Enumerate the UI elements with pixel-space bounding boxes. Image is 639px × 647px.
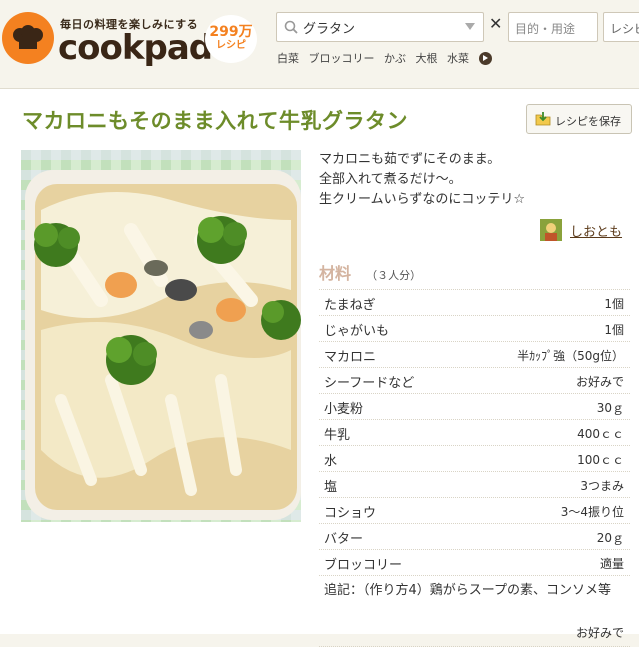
keyword-link[interactable]: 白菜 [277,52,299,65]
ingredient-row: 塩 3つまみ [319,472,630,498]
description-line: 全部入れて煮るだけ～。 [319,172,462,187]
ingredient-qty: 30ｇ [596,401,624,415]
keyword-link[interactable]: 水菜 [447,52,469,65]
chef-hat-icon [2,12,54,64]
author-avatar [540,219,562,241]
keyword-link[interactable]: 大根 [416,52,438,65]
recipe-panel: マカロニもそのまま入れて牛乳グラタン レシピを保存 マカロニも茹でずにそのまま。… [0,88,639,647]
ingredient-qty: 1個 [604,297,624,311]
ingredient-name: じゃがいも [324,324,390,339]
keyword-link[interactable]: ブロッコリー [309,52,375,65]
recipe-search-label: レシピ [610,22,639,36]
ingredients-title: 材料 [319,264,352,283]
clear-search-button[interactable]: ✕ [489,14,502,33]
ingredient-name: たまねぎ [324,298,376,313]
ingredient-row: 牛乳 400ｃｃ [319,420,630,446]
ingredient-row: 追記：（作り方4）鶏がらスープの素、コンソメ等 お好みで [319,576,630,647]
ingredient-row: マカロニ 半ｶｯﾌﾟ強（50g位） [319,342,630,368]
cookpad-logo[interactable]: 毎日の料理を楽しみにする cookpad [2,10,213,70]
recipe-title: マカロニもそのまま入れて牛乳グラタン [22,109,408,133]
servings: （３人分） [366,269,422,282]
chevron-down-icon[interactable] [465,23,475,30]
description-line: マカロニも茹でずにそのまま。 [319,152,501,167]
ingredient-name: マカロニ [324,350,377,365]
description-line: 生クリームいらずなのにコッテリ☆ [319,192,526,207]
keyword-links: 白菜 ブロッコリー かぶ 大根 水菜 [277,50,492,66]
ingredient-qty: お好みで [575,375,624,389]
ingredient-name: 小麦粉 [324,402,364,417]
search-input[interactable] [303,18,453,36]
ingredient-row: じゃがいも 1個 [319,316,630,342]
ingredient-qty: 3～4振り位 [560,505,624,519]
recipe-count-badge: 299万 レシピ [205,15,257,63]
ingredient-row: 水 100ｃｃ [319,446,630,472]
recipe-search-button[interactable]: レシピ [603,12,639,42]
author-name[interactable]: しおとも [570,221,622,240]
save-folder-icon [535,112,551,126]
ingredient-name: コショウ [324,506,377,521]
recipe-description: マカロニも茹でずにそのまま。 全部入れて煮るだけ～。 生クリームいらずなのにコッ… [319,150,525,210]
ingredient-qty: 3つまみ [580,479,624,493]
ingredient-name: 追記：（作り方4）鶏がらスープの素、コンソメ等 [324,583,611,598]
ingredient-qty: 適量 [599,557,624,571]
ingredient-qty: 100ｃｃ [577,453,624,467]
site-header: 毎日の料理を楽しみにする cookpad 299万 レシピ ✕ 目的・用途 レシ… [0,0,639,80]
arrow-right-icon[interactable] [478,51,492,65]
keyword-link[interactable]: かぶ [384,52,406,65]
ingredient-row: バター 20ｇ [319,524,630,550]
purpose-placeholder: 目的・用途 [515,22,576,36]
ingredient-row: シーフードなど お好みで [319,368,630,394]
search-icon [284,20,298,34]
ingredient-row: たまねぎ 1個 [319,290,630,316]
ingredient-row: 小麦粉 30ｇ [319,394,630,420]
search-box[interactable] [276,12,484,42]
save-recipe-label: レシピを保存 [555,115,621,128]
ingredients-list: たまねぎ 1個 じゃがいも 1個 マカロニ 半ｶｯﾌﾟ強（50g位） シーフードなど お… [319,289,630,647]
ingredient-row: コショウ 3～4振り位 [319,498,630,524]
ingredient-qty: 半ｶｯﾌﾟ強（50g位） [517,349,624,363]
ingredient-qty: 1個 [604,323,624,337]
ingredient-qty: 20ｇ [596,531,624,545]
recipe-count: 299万 [209,24,253,40]
ingredient-name: 牛乳 [324,428,351,443]
ingredients-header: 材料 （３人分） [319,260,421,284]
ingredient-qty: 400ｃｃ [577,427,624,441]
ingredient-row: ブロッコリー 適量 [319,550,630,576]
ingredient-name: バター [324,532,364,547]
brand-wordmark: cookpad [58,28,213,68]
ingredient-name: シーフードなど [324,376,415,391]
recipe-photo[interactable] [21,150,301,522]
ingredient-name: ブロッコリー [324,558,403,573]
recipe-count-unit: レシピ [216,40,246,51]
purpose-input[interactable]: 目的・用途 [508,12,598,42]
ingredient-name: 塩 [324,480,338,495]
ingredient-name: 水 [324,454,338,469]
save-recipe-button[interactable]: レシピを保存 [526,104,632,134]
